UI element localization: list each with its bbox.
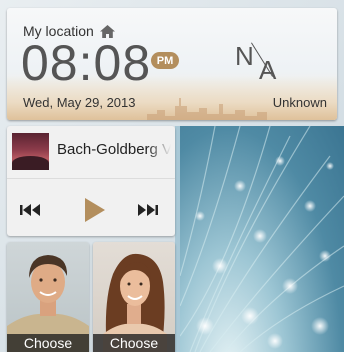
next-icon: [138, 204, 158, 216]
fiber-optic-photo-widget[interactable]: [180, 126, 344, 352]
next-button[interactable]: [135, 202, 159, 218]
play-icon: [85, 198, 105, 222]
ampm-badge: PM: [151, 52, 179, 69]
contact-widget-2[interactable]: Choose: [93, 242, 175, 352]
temperature-a: A: [259, 55, 277, 85]
clock-time: 08:08: [21, 35, 152, 91]
temperature-n: N: [235, 41, 254, 71]
temperature-unavailable: N A: [233, 41, 283, 85]
fiber-optic-image: [180, 126, 344, 352]
previous-icon: [20, 204, 40, 216]
choose-contact-button-1[interactable]: Choose: [7, 334, 89, 352]
contact-widget-1[interactable]: Choose: [7, 242, 89, 352]
track-title: Bach-Goldberg V: [57, 141, 171, 158]
choose-contact-button-2[interactable]: Choose: [93, 334, 175, 352]
clock-weather-widget[interactable]: My location 08:08 PM Wed, May 29, 2013 N…: [7, 8, 337, 120]
weather-condition: Unknown: [272, 95, 327, 110]
music-widget[interactable]: Bach-Goldberg V: [7, 126, 175, 236]
music-divider: [7, 178, 175, 179]
city-silhouette-icon: [147, 98, 267, 120]
clock-date: Wed, May 29, 2013: [23, 95, 136, 110]
album-art: [12, 133, 49, 170]
previous-button[interactable]: [19, 202, 43, 218]
play-button[interactable]: [81, 198, 107, 222]
